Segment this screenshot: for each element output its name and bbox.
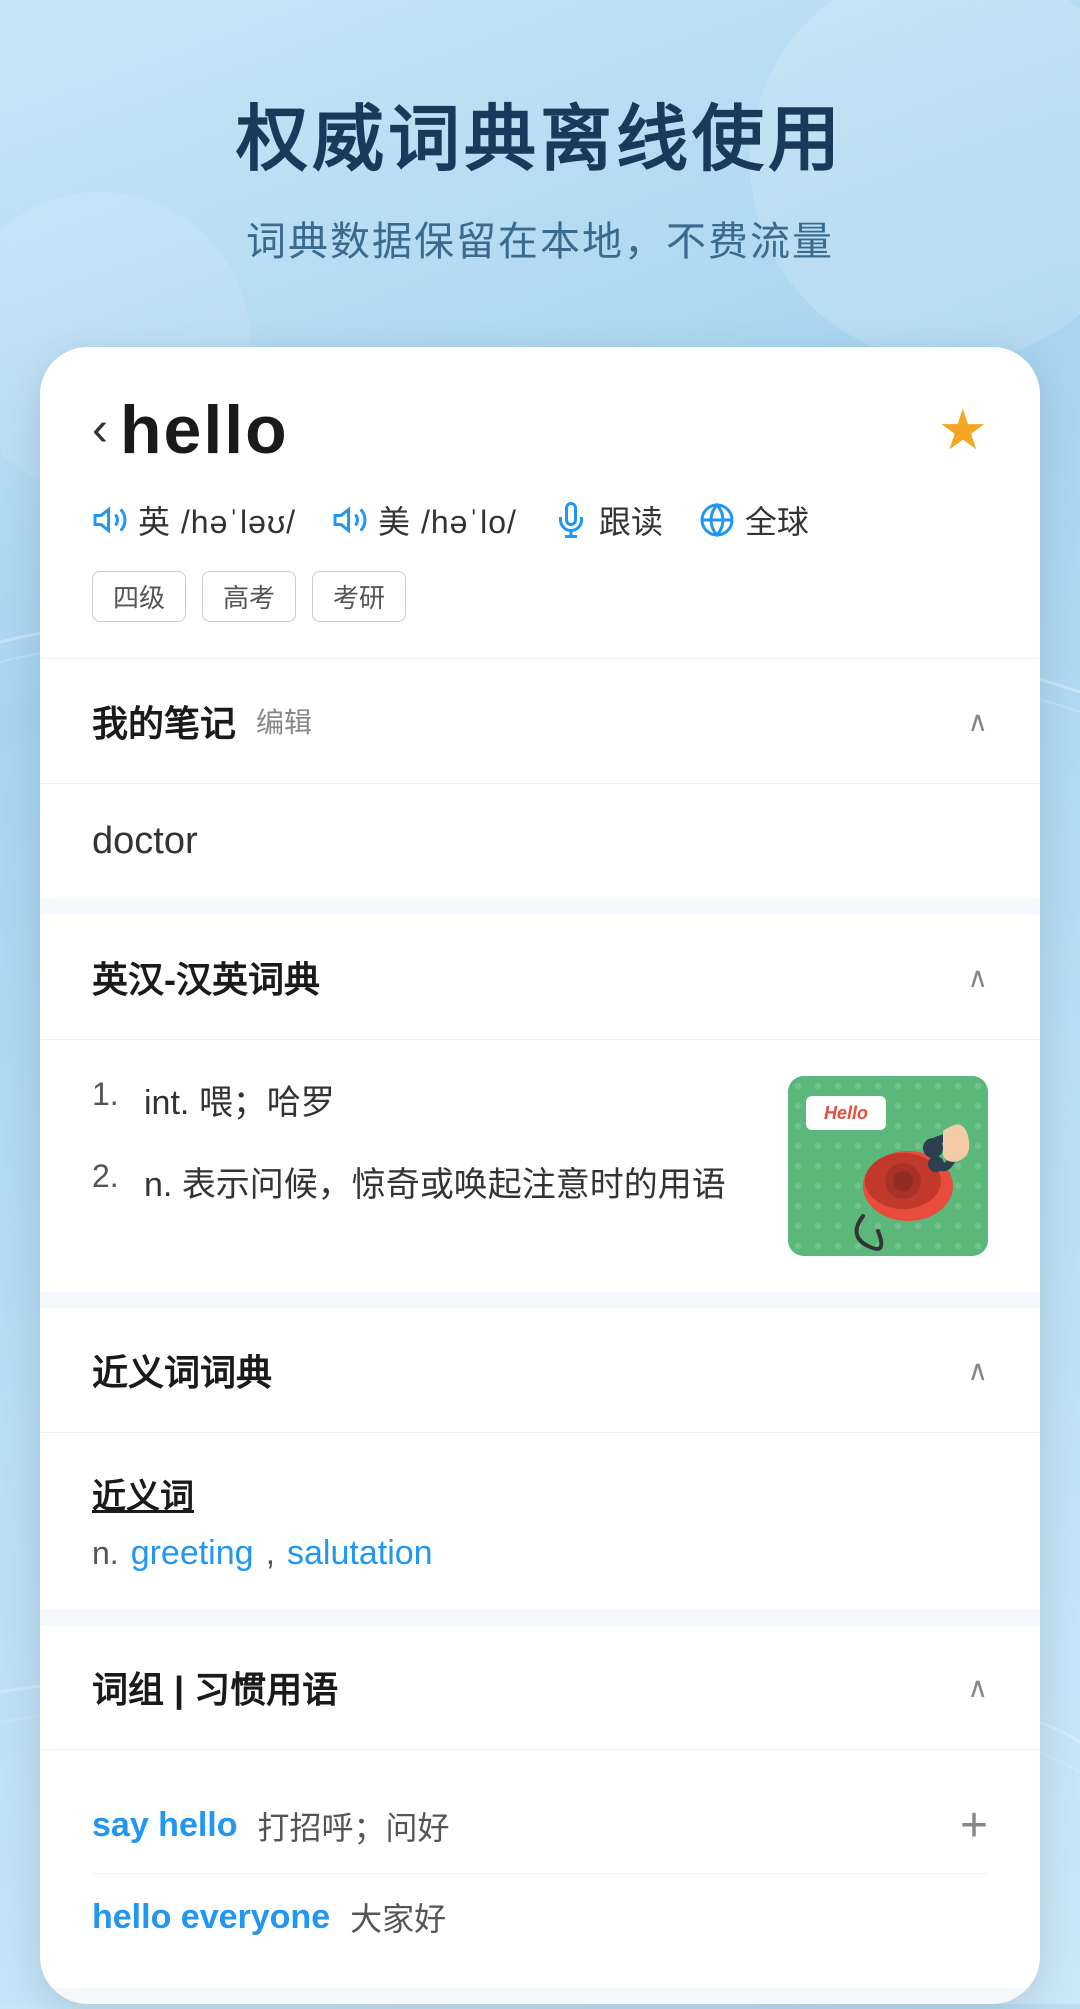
synonym-separator: , [266, 1534, 275, 1573]
def-num-2: 2. [92, 1158, 132, 1195]
synonyms-section: 近义词词典 ∧ 近义词 n. greeting , salutation [40, 1308, 1040, 1609]
notes-section-header[interactable]: 我的笔记 编辑 ∧ [40, 659, 1040, 784]
synonym-2[interactable]: salutation [287, 1534, 433, 1573]
hero-section: 权威词典离线使用 词典数据保留在本地，不费流量 [0, 0, 1080, 327]
global-button[interactable]: 全球 [699, 497, 809, 543]
phrase-en-2[interactable]: hello everyone [92, 1898, 330, 1937]
us-pron-text: 美 /həˈlo/ [378, 497, 517, 543]
notes-title: 我的笔记 [92, 695, 236, 747]
main-word: hello [120, 391, 289, 469]
word-header: ‹ hello ★ 英 /həˈləʊ/ [40, 347, 1040, 659]
uk-pronunciation[interactable]: 英 /həˈləʊ/ [92, 497, 296, 543]
svg-text:Hello: Hello [824, 1103, 868, 1123]
tag-gaokao: 高考 [202, 571, 296, 622]
notes-title-group: 我的笔记 编辑 [92, 695, 312, 747]
phrases-content: say hello 打招呼；问好 + hello everyone 大家好 [40, 1750, 1040, 1988]
phrases-collapse-icon[interactable]: ∧ [968, 1671, 989, 1704]
def-text-2: n. 表示问候，惊奇或唤起注意时的用语 [144, 1158, 726, 1212]
definition-2: 2. n. 表示问候，惊奇或唤起注意时的用语 [92, 1158, 758, 1212]
synonyms-collapse-icon[interactable]: ∧ [968, 1354, 989, 1387]
mic-icon [553, 502, 589, 538]
definitions-list: 1. int. 喂；哈罗 2. n. 表示问候，惊奇或唤起注意时的用语 [92, 1076, 758, 1241]
phrase-item-2: hello everyone 大家好 [92, 1874, 988, 1960]
uk-speaker-icon [92, 502, 128, 538]
notes-collapse-icon[interactable]: ∧ [968, 705, 989, 738]
tags-row: 四级 高考 考研 [92, 571, 988, 622]
synonyms-title: 近义词词典 [92, 1344, 272, 1396]
phrases-section-header[interactable]: 词组 | 习惯用语 ∧ [40, 1625, 1040, 1750]
phrase-left-1: say hello 打招呼；问好 [92, 1803, 450, 1849]
follow-read-button[interactable]: 跟读 [553, 497, 663, 543]
dictionary-content: 1. int. 喂；哈罗 2. n. 表示问候，惊奇或唤起注意时的用语 [40, 1040, 1040, 1292]
hero-title: 权威词典离线使用 [60, 80, 1020, 185]
phrase-zh-2: 大家好 [350, 1894, 446, 1940]
notes-edit-button[interactable]: 编辑 [256, 701, 312, 741]
dictionary-title: 英汉-汉英词典 [92, 951, 320, 1003]
global-icon [699, 502, 735, 538]
synonyms-section-header[interactable]: 近义词词典 ∧ [40, 1308, 1040, 1433]
hero-subtitle: 词典数据保留在本地，不费流量 [60, 209, 1020, 267]
dictionary-collapse-icon[interactable]: ∧ [968, 961, 989, 994]
def-text-1: int. 喂；哈罗 [144, 1076, 335, 1130]
tag-level4: 四级 [92, 571, 186, 622]
us-speaker-icon [332, 502, 368, 538]
phrase-zh-1: 打招呼；问好 [258, 1803, 450, 1849]
synonyms-content: 近义词 n. greeting , salutation [40, 1433, 1040, 1609]
favorite-star-icon[interactable]: ★ [938, 397, 988, 463]
dictionary-section: 英汉-汉英词典 ∧ 1. int. 喂；哈罗 2. n. 表示问候，惊奇或唤起注… [40, 915, 1040, 1292]
synonyms-category: 近义词 [92, 1469, 988, 1518]
synonym-1[interactable]: greeting [131, 1534, 254, 1573]
word-title-row: ‹ hello ★ [92, 391, 988, 469]
phrase-item-1: say hello 打招呼；问好 + [92, 1778, 988, 1874]
pronunciation-row: 英 /həˈləʊ/ 美 /həˈlo/ 跟读 [92, 497, 988, 543]
phrase-en-1[interactable]: say hello [92, 1806, 238, 1845]
synonyms-row: n. greeting , salutation [92, 1534, 988, 1573]
phrase-add-icon-1[interactable]: + [960, 1798, 988, 1853]
dictionary-image: Hello [788, 1076, 988, 1256]
phrase-left-2: hello everyone 大家好 [92, 1894, 446, 1940]
us-pronunciation[interactable]: 美 /həˈlo/ [332, 497, 517, 543]
def-num-1: 1. [92, 1076, 132, 1113]
back-arrow-icon[interactable]: ‹ [92, 406, 108, 454]
phrases-section: 词组 | 习惯用语 ∧ say hello 打招呼；问好 + hello eve… [40, 1625, 1040, 1988]
phrases-title: 词组 | 习惯用语 [92, 1661, 338, 1713]
tag-kaoyan: 考研 [312, 571, 406, 622]
uk-pron-text: 英 /həˈləʊ/ [138, 497, 296, 543]
notes-section: 我的笔记 编辑 ∧ doctor [40, 659, 1040, 899]
dictionary-section-header[interactable]: 英汉-汉英词典 ∧ [40, 915, 1040, 1040]
synonyms-pos: n. [92, 1535, 119, 1572]
notes-content: doctor [40, 784, 1040, 899]
definition-1: 1. int. 喂；哈罗 [92, 1076, 758, 1130]
word-back-title: ‹ hello [92, 391, 289, 469]
main-card: ‹ hello ★ 英 /həˈləʊ/ [40, 347, 1040, 2004]
note-text: doctor [92, 820, 198, 862]
